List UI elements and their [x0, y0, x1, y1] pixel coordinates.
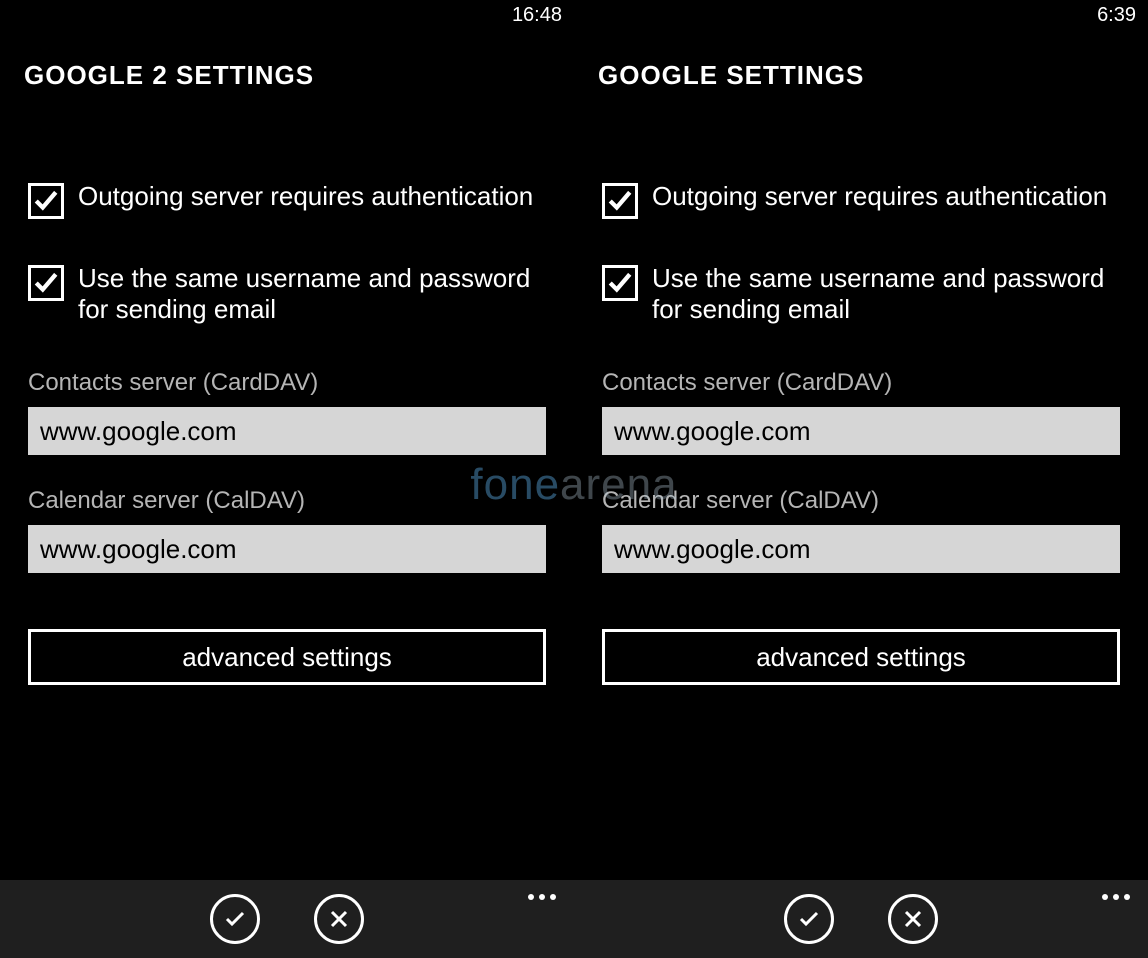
- advanced-settings-button[interactable]: advanced settings: [28, 629, 546, 685]
- close-icon: [327, 907, 351, 931]
- calendar-server-input[interactable]: [28, 525, 546, 573]
- contacts-server-group: Contacts server (CardDAV): [602, 369, 1120, 455]
- status-time: 16:48: [512, 4, 562, 27]
- outgoing-auth-checkbox[interactable]: [602, 183, 638, 219]
- more-button[interactable]: [1102, 894, 1130, 900]
- app-bar-buttons: [784, 894, 938, 944]
- status-bar: 16:48: [0, 0, 574, 30]
- content-area: Outgoing server requires authentication …: [574, 91, 1148, 685]
- same-credentials-label: Use the same username and password for s…: [652, 263, 1120, 325]
- checkmark-icon: [33, 270, 59, 296]
- checkmark-icon: [607, 188, 633, 214]
- outgoing-auth-checkbox[interactable]: [28, 183, 64, 219]
- advanced-settings-label: advanced settings: [756, 642, 966, 673]
- contacts-server-input[interactable]: [28, 407, 546, 455]
- contacts-server-group: Contacts server (CardDAV): [28, 369, 546, 455]
- page-title: GOOGLE 2 SETTINGS: [0, 30, 574, 91]
- calendar-server-label: Calendar server (CalDAV): [602, 487, 1120, 515]
- app-bar-buttons: [210, 894, 364, 944]
- close-icon: [901, 907, 925, 931]
- contacts-server-label: Contacts server (CardDAV): [28, 369, 546, 397]
- app-bar: [574, 880, 1148, 958]
- settings-pane-left: 16:48 GOOGLE 2 SETTINGS Outgoing server …: [0, 0, 574, 958]
- advanced-settings-label: advanced settings: [182, 642, 392, 673]
- check-icon: [797, 907, 821, 931]
- app-bar: [0, 880, 574, 958]
- check-icon: [223, 907, 247, 931]
- contacts-server-input[interactable]: [602, 407, 1120, 455]
- advanced-settings-button[interactable]: advanced settings: [602, 629, 1120, 685]
- status-bar: 6:39: [574, 0, 1148, 30]
- contacts-server-label: Contacts server (CardDAV): [602, 369, 1120, 397]
- more-button[interactable]: [528, 894, 556, 900]
- cancel-button[interactable]: [314, 894, 364, 944]
- outgoing-auth-label: Outgoing server requires authentication: [78, 181, 533, 212]
- same-credentials-checkbox[interactable]: [28, 265, 64, 301]
- confirm-button[interactable]: [784, 894, 834, 944]
- checkmark-icon: [607, 270, 633, 296]
- outgoing-auth-label: Outgoing server requires authentication: [652, 181, 1107, 212]
- calendar-server-group: Calendar server (CalDAV): [28, 487, 546, 573]
- settings-pane-right: 6:39 GOOGLE SETTINGS Outgoing server req…: [574, 0, 1148, 958]
- content-area: Outgoing server requires authentication …: [0, 91, 574, 685]
- calendar-server-input[interactable]: [602, 525, 1120, 573]
- same-credentials-label: Use the same username and password for s…: [78, 263, 546, 325]
- outgoing-auth-row[interactable]: Outgoing server requires authentication: [602, 181, 1120, 219]
- same-credentials-row[interactable]: Use the same username and password for s…: [602, 263, 1120, 325]
- page-title: GOOGLE SETTINGS: [574, 30, 1148, 91]
- outgoing-auth-row[interactable]: Outgoing server requires authentication: [28, 181, 546, 219]
- same-credentials-row[interactable]: Use the same username and password for s…: [28, 263, 546, 325]
- confirm-button[interactable]: [210, 894, 260, 944]
- calendar-server-label: Calendar server (CalDAV): [28, 487, 546, 515]
- checkmark-icon: [33, 188, 59, 214]
- same-credentials-checkbox[interactable]: [602, 265, 638, 301]
- status-time: 6:39: [1097, 4, 1136, 27]
- calendar-server-group: Calendar server (CalDAV): [602, 487, 1120, 573]
- cancel-button[interactable]: [888, 894, 938, 944]
